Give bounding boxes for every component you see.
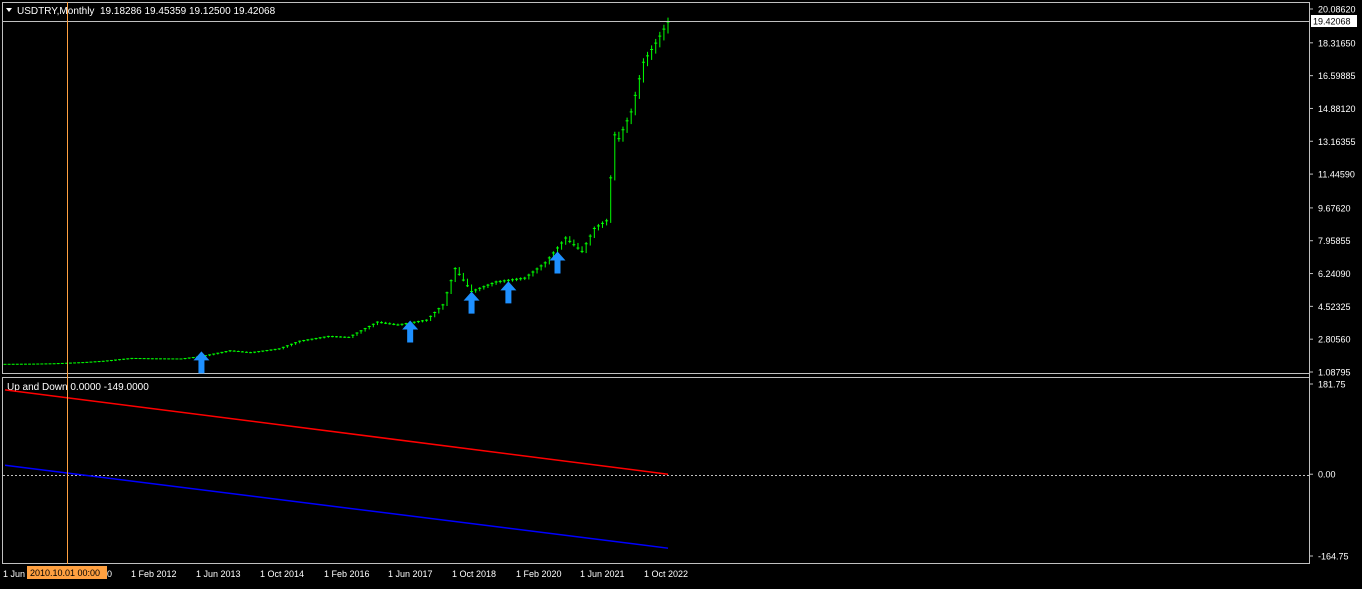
time-tick-label: 1 Feb 2016: [324, 569, 370, 579]
symbol-label: USDTRY,Monthly: [17, 6, 94, 17]
price-tick-label: 6.24090: [1318, 269, 1351, 279]
price-tick-label: 1.08795: [1318, 368, 1351, 378]
indicator-series-line: [4, 389, 669, 475]
indicator-frame: [2, 377, 1310, 564]
price-tick-label: 7.95855: [1318, 236, 1351, 246]
time-tick-label: 1 Oct 2014: [260, 569, 304, 579]
price-tick-label: 4.52325: [1318, 302, 1351, 312]
up-arrow-icon: [402, 320, 419, 343]
up-arrow-icon: [193, 351, 210, 374]
time-tick-label: 1 Oct 2022: [644, 569, 688, 579]
ohlc-values: 19.18286 19.45359 19.12500 19.42068: [100, 6, 276, 17]
price-tick-label: 13.16355: [1318, 137, 1356, 147]
chart-canvas[interactable]: USDTRY,Monthly 19.18286 19.45359 19.1250…: [0, 0, 1362, 584]
price-tick-label: 11.44590: [1318, 170, 1355, 180]
time-tick-label: 1 Feb 2020: [516, 569, 562, 579]
up-arrow-icon: [500, 281, 517, 304]
chart-menu-icon[interactable]: [6, 8, 12, 12]
price-tick-label: 18.31650: [1318, 38, 1356, 48]
price-axis: 20.08620 18.31650 16.59885 14.88120 13.16355…: [1309, 5, 1356, 378]
indicator-lines: [4, 389, 669, 549]
indicator-tick-label: 0.00: [1318, 470, 1336, 480]
time-tick-label: 1 Jun: [3, 569, 25, 579]
time-axis: 1 Jun 2010.10.01 00:00 0 1 Feb 2012 1 Jun 20…: [3, 566, 688, 579]
time-tick-label: 1 Jun 2017: [388, 569, 433, 579]
indicator-tick-label: 181.75: [1318, 380, 1346, 390]
main-chart-frame: [2, 2, 1310, 374]
time-tick-label: 1 Oct 2018: [452, 569, 496, 579]
up-arrow-icon: [463, 291, 480, 314]
current-price-label: 19.42068: [1313, 17, 1351, 27]
crosshair-time-label: 2010.10.01 00:00: [30, 568, 100, 578]
time-tick-label: 1 Jun 2021: [580, 569, 625, 579]
indicator-series-line: [4, 464, 669, 549]
time-tick-label: 1 Jun 2013: [196, 569, 241, 579]
price-tick-label: 16.59885: [1318, 71, 1356, 81]
candles-group: [3, 17, 670, 365]
chart-window[interactable]: USDTRY,Monthly 19.18286 19.45359 19.1250…: [0, 0, 1362, 584]
indicator-label: Up and Down 0.0000 -149.0000: [7, 382, 149, 393]
time-tick-label: 1 Feb 2012: [131, 569, 177, 579]
arrows-group: [193, 251, 566, 374]
price-tick-label: 9.67620: [1318, 203, 1351, 213]
price-tick-label: 14.88120: [1318, 104, 1356, 114]
indicator-tick-label: -164.75: [1318, 552, 1349, 562]
time-tick-label: 0: [107, 569, 112, 579]
price-tick-label: 20.08620: [1318, 5, 1356, 15]
up-arrow-icon: [549, 251, 566, 274]
indicator-axis: 181.75 0.00 -164.75: [1309, 380, 1349, 562]
price-tick-label: 2.80560: [1318, 335, 1351, 345]
